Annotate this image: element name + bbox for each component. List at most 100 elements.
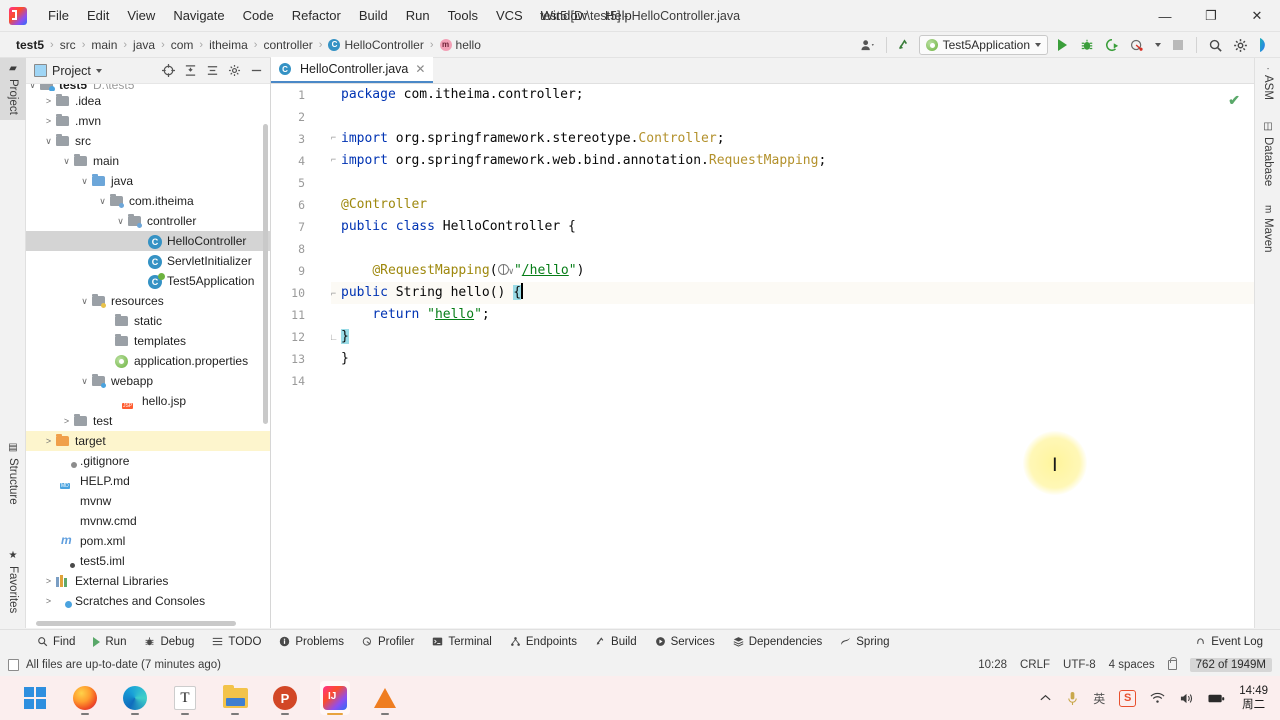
run-icon[interactable] bbox=[1051, 34, 1073, 56]
tree-row-help-md[interactable]: HELP.md bbox=[26, 471, 270, 491]
tree-row-test5-iml[interactable]: test5.iml bbox=[26, 551, 270, 571]
hide-panel-icon[interactable] bbox=[246, 61, 266, 81]
menu-vcs[interactable]: VCS bbox=[487, 0, 532, 31]
maximize-button[interactable]: ❐ bbox=[1188, 0, 1234, 32]
tree-row-scratches[interactable]: > Scratches and Consoles bbox=[26, 591, 270, 611]
profiler-icon[interactable] bbox=[1126, 34, 1148, 56]
breadcrumb-test5[interactable]: test5 bbox=[12, 36, 48, 54]
tab-hellocontroller-java[interactable]: C HelloController.java ✕ bbox=[271, 57, 434, 83]
taskbar-edge[interactable] bbox=[120, 681, 150, 715]
spring-mapping-gutter-icon[interactable] bbox=[302, 290, 316, 304]
tool-window-profiler[interactable]: Profiler bbox=[353, 632, 423, 652]
sidebar-item-database[interactable]: ◫ Database bbox=[1255, 116, 1280, 191]
tool-window-todo[interactable]: TODO bbox=[203, 632, 270, 652]
chevron-down-icon[interactable]: ∨ bbox=[78, 176, 91, 187]
tree-row-external-libraries[interactable]: > External Libraries bbox=[26, 571, 270, 591]
tree-row-application-properties[interactable]: application.properties bbox=[26, 351, 270, 371]
volume-icon[interactable] bbox=[1179, 692, 1194, 705]
minimize-button[interactable]: — bbox=[1142, 0, 1188, 32]
collapse-all-icon[interactable] bbox=[180, 61, 200, 81]
sidebar-item-asm[interactable]: · ASM bbox=[1255, 62, 1280, 105]
tree-row-root[interactable]: ∨ test5 D:\test5 bbox=[26, 84, 270, 91]
project-tree-scrollbar[interactable] bbox=[263, 124, 268, 424]
chevron-down-icon[interactable]: ∨ bbox=[114, 216, 127, 227]
close-button[interactable]: ✕ bbox=[1234, 0, 1280, 32]
tree-row-gitignore[interactable]: .gitignore bbox=[26, 451, 270, 471]
search-icon[interactable] bbox=[1204, 34, 1226, 56]
taskbar-file-explorer[interactable] bbox=[220, 681, 250, 715]
tree-row-controller[interactable]: ∨ controller bbox=[26, 211, 270, 231]
tree-row-main[interactable]: ∨ main bbox=[26, 151, 270, 171]
tool-window-find[interactable]: Find bbox=[28, 632, 84, 652]
chevron-down-icon[interactable]: ∨ bbox=[42, 136, 55, 147]
taskbar-intellij-idea[interactable] bbox=[320, 681, 350, 715]
wifi-icon[interactable] bbox=[1150, 692, 1165, 704]
taskbar-powerpoint[interactable]: P bbox=[270, 681, 300, 715]
breadcrumb-controller[interactable]: controller bbox=[259, 36, 316, 54]
caret-position[interactable]: 10:28 bbox=[978, 659, 1007, 671]
menu-view[interactable]: View bbox=[118, 0, 164, 31]
project-panel-title[interactable]: Project bbox=[30, 64, 102, 78]
project-tree-hscrollbar[interactable] bbox=[36, 621, 236, 626]
tree-row-mvnw[interactable]: mvnw bbox=[26, 491, 270, 511]
tool-window-endpoints[interactable]: Endpoints bbox=[501, 632, 586, 652]
tree-row-mvnw-cmd[interactable]: mvnw.cmd bbox=[26, 511, 270, 531]
sidebar-item-project[interactable]: ▰ Project bbox=[0, 58, 26, 120]
sidebar-item-favorites[interactable]: ★ Favorites bbox=[0, 545, 26, 618]
menu-file[interactable]: File bbox=[39, 0, 78, 31]
taskbar-firefox[interactable] bbox=[70, 681, 100, 715]
web-endpoint-icon[interactable] bbox=[497, 264, 509, 275]
chevron-down-icon[interactable]: ∨ bbox=[26, 84, 39, 91]
run-with-coverage-icon[interactable] bbox=[1101, 34, 1123, 56]
tool-window-terminal[interactable]: Terminal bbox=[423, 632, 500, 652]
gear-icon[interactable] bbox=[224, 61, 244, 81]
gear-icon[interactable] bbox=[1229, 34, 1251, 56]
chevron-down-icon[interactable]: ∨ bbox=[60, 156, 73, 167]
tool-window-dependencies[interactable]: Dependencies bbox=[724, 632, 832, 652]
chevron-right-icon[interactable]: > bbox=[60, 416, 73, 426]
breadcrumb-hellocontroller[interactable]: C HelloController bbox=[324, 36, 427, 54]
flatten-packages-icon[interactable] bbox=[202, 61, 222, 81]
menu-navigate[interactable]: Navigate bbox=[164, 0, 233, 31]
chevron-right-icon[interactable]: > bbox=[42, 576, 55, 586]
run-configuration-selector[interactable]: Test5Application bbox=[918, 35, 1048, 55]
taskbar-clock[interactable]: 14:49 周二 bbox=[1239, 684, 1272, 712]
sidebar-item-maven[interactable]: m Maven bbox=[1255, 200, 1280, 258]
code-text[interactable]: package com.itheima.controller; import o… bbox=[331, 84, 1254, 628]
tree-row-idea[interactable]: > .idea bbox=[26, 91, 270, 111]
show-hidden-icons-button[interactable] bbox=[1039, 693, 1052, 703]
chevron-right-icon[interactable]: > bbox=[42, 116, 55, 126]
tree-row-templates[interactable]: templates bbox=[26, 331, 270, 351]
breadcrumb-hello[interactable]: m hello bbox=[436, 36, 485, 54]
tool-window-debug[interactable]: Debug bbox=[135, 632, 203, 652]
tree-row-static[interactable]: static bbox=[26, 311, 270, 331]
scroll-from-source-icon[interactable] bbox=[158, 61, 178, 81]
debug-icon[interactable] bbox=[1076, 34, 1098, 56]
tree-row-java[interactable]: ∨ java bbox=[26, 171, 270, 191]
close-icon[interactable]: ✕ bbox=[415, 62, 425, 76]
read-write-lock-icon[interactable] bbox=[1167, 656, 1178, 670]
tool-window-problems[interactable]: Problems bbox=[270, 632, 353, 652]
chevron-right-icon[interactable]: > bbox=[42, 596, 55, 606]
breadcrumb-src[interactable]: src bbox=[56, 36, 80, 54]
vcs-update-icon[interactable] bbox=[894, 34, 916, 56]
chevron-right-icon[interactable]: > bbox=[42, 436, 55, 446]
ime-icon[interactable]: 英 bbox=[1093, 690, 1105, 707]
tree-row-webapp[interactable]: ∨ webapp bbox=[26, 371, 270, 391]
tree-row-src[interactable]: ∨ src bbox=[26, 131, 270, 151]
updates-icon[interactable] bbox=[1254, 34, 1276, 56]
breadcrumb-main[interactable]: main bbox=[87, 36, 121, 54]
battery-icon[interactable] bbox=[1208, 693, 1225, 704]
menu-refactor[interactable]: Refactor bbox=[283, 0, 350, 31]
menu-run[interactable]: Run bbox=[397, 0, 439, 31]
menu-tools[interactable]: Tools bbox=[439, 0, 487, 31]
menu-edit[interactable]: Edit bbox=[78, 0, 118, 31]
sogou-input-icon[interactable]: S bbox=[1119, 689, 1137, 707]
chevron-down-icon[interactable] bbox=[1151, 34, 1164, 56]
tree-row-servletinitializer[interactable]: C ServletInitializer bbox=[26, 251, 270, 271]
tool-window-spring[interactable]: Spring bbox=[831, 632, 898, 652]
tool-window-run[interactable]: Run bbox=[84, 632, 135, 652]
editor-gutter[interactable]: 1 2 3 4 5 6 7 8 9 10 11 12 13 14 ⌐ ⌐ ⌐ ∟ bbox=[271, 84, 338, 628]
spring-bean-gutter-icon[interactable] bbox=[302, 224, 316, 238]
event-log-button[interactable]: Event Log bbox=[1186, 632, 1272, 652]
